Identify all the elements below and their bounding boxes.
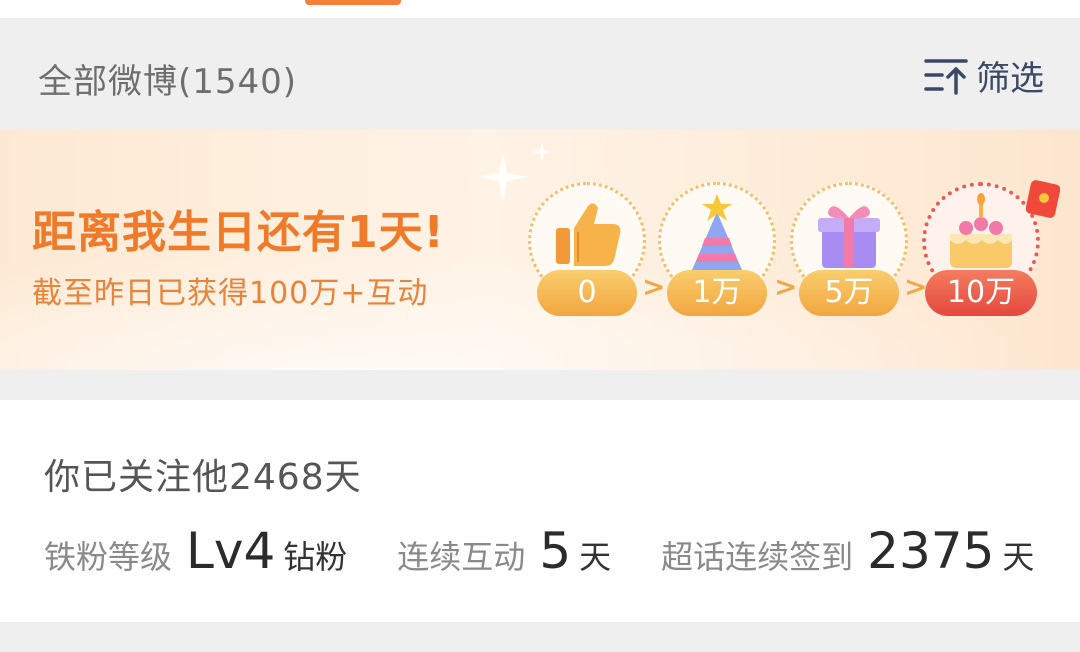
follow-duration: 你已关注他2468天: [44, 457, 362, 498]
sparkle-icon: [478, 152, 528, 202]
birthday-cake-icon: [950, 193, 1012, 268]
birthday-banner[interactable]: 距离我生日还有1天! 截至昨日已获得100万+互动 0 > 1万 > 5万 > …: [0, 130, 1080, 370]
fan-stats-row: 铁粉等级 Lv4 钻粉 连续互动 5 天 超话连续签到 2375 天: [44, 522, 1034, 582]
party-hat-icon: [692, 194, 742, 270]
fan-level-value: Lv4: [186, 522, 276, 580]
milestone-label: 0: [537, 270, 637, 316]
gift-box-icon: [818, 206, 880, 268]
interaction-streak-unit: 天: [579, 538, 612, 576]
thumbs-up-icon: [556, 203, 621, 266]
milestone-label: 10万: [925, 270, 1037, 316]
filter-label: 筛选: [976, 58, 1044, 99]
fan-level-label: 铁粉等级: [44, 538, 173, 576]
all-posts-label: 全部微博(1540): [38, 62, 298, 102]
filter-button[interactable]: 筛选: [924, 52, 1044, 99]
milestone-label: 1万: [667, 270, 767, 316]
birthday-interaction-subtitle: 截至昨日已获得100万+互动: [32, 276, 429, 311]
interaction-streak-label: 连续互动: [397, 538, 526, 576]
section-divider: [0, 370, 1080, 400]
sort-filter-icon: [924, 59, 968, 95]
milestone-label: 5万: [799, 270, 899, 316]
milestone-0: 0: [528, 182, 646, 318]
small-sparkle-icon: [531, 141, 553, 163]
top-strip: [0, 0, 1080, 18]
milestone-10k: 1万: [658, 182, 776, 318]
bottom-divider: [0, 622, 1080, 652]
active-tab-indicator: [305, 0, 401, 5]
checkin-streak-label: 超话连续签到: [661, 538, 854, 576]
red-envelope-icon: [1026, 180, 1060, 218]
fan-status-card[interactable]: 你已关注他2468天 铁粉等级 Lv4 钻粉 连续互动 5 天 超话连续签到 2…: [0, 400, 1080, 622]
checkin-streak-unit: 天: [1002, 538, 1035, 576]
fan-level-tier: 钻粉: [283, 538, 348, 576]
interaction-streak-value: 5: [539, 522, 572, 580]
birthday-countdown-title: 距离我生日还有1天!: [32, 207, 445, 258]
milestone-50k: 5万: [790, 182, 908, 318]
milestone-100k: 10万: [922, 180, 1060, 318]
checkin-streak-value: 2375: [867, 522, 995, 580]
filter-bar: 全部微博(1540) 筛选: [0, 18, 1080, 130]
